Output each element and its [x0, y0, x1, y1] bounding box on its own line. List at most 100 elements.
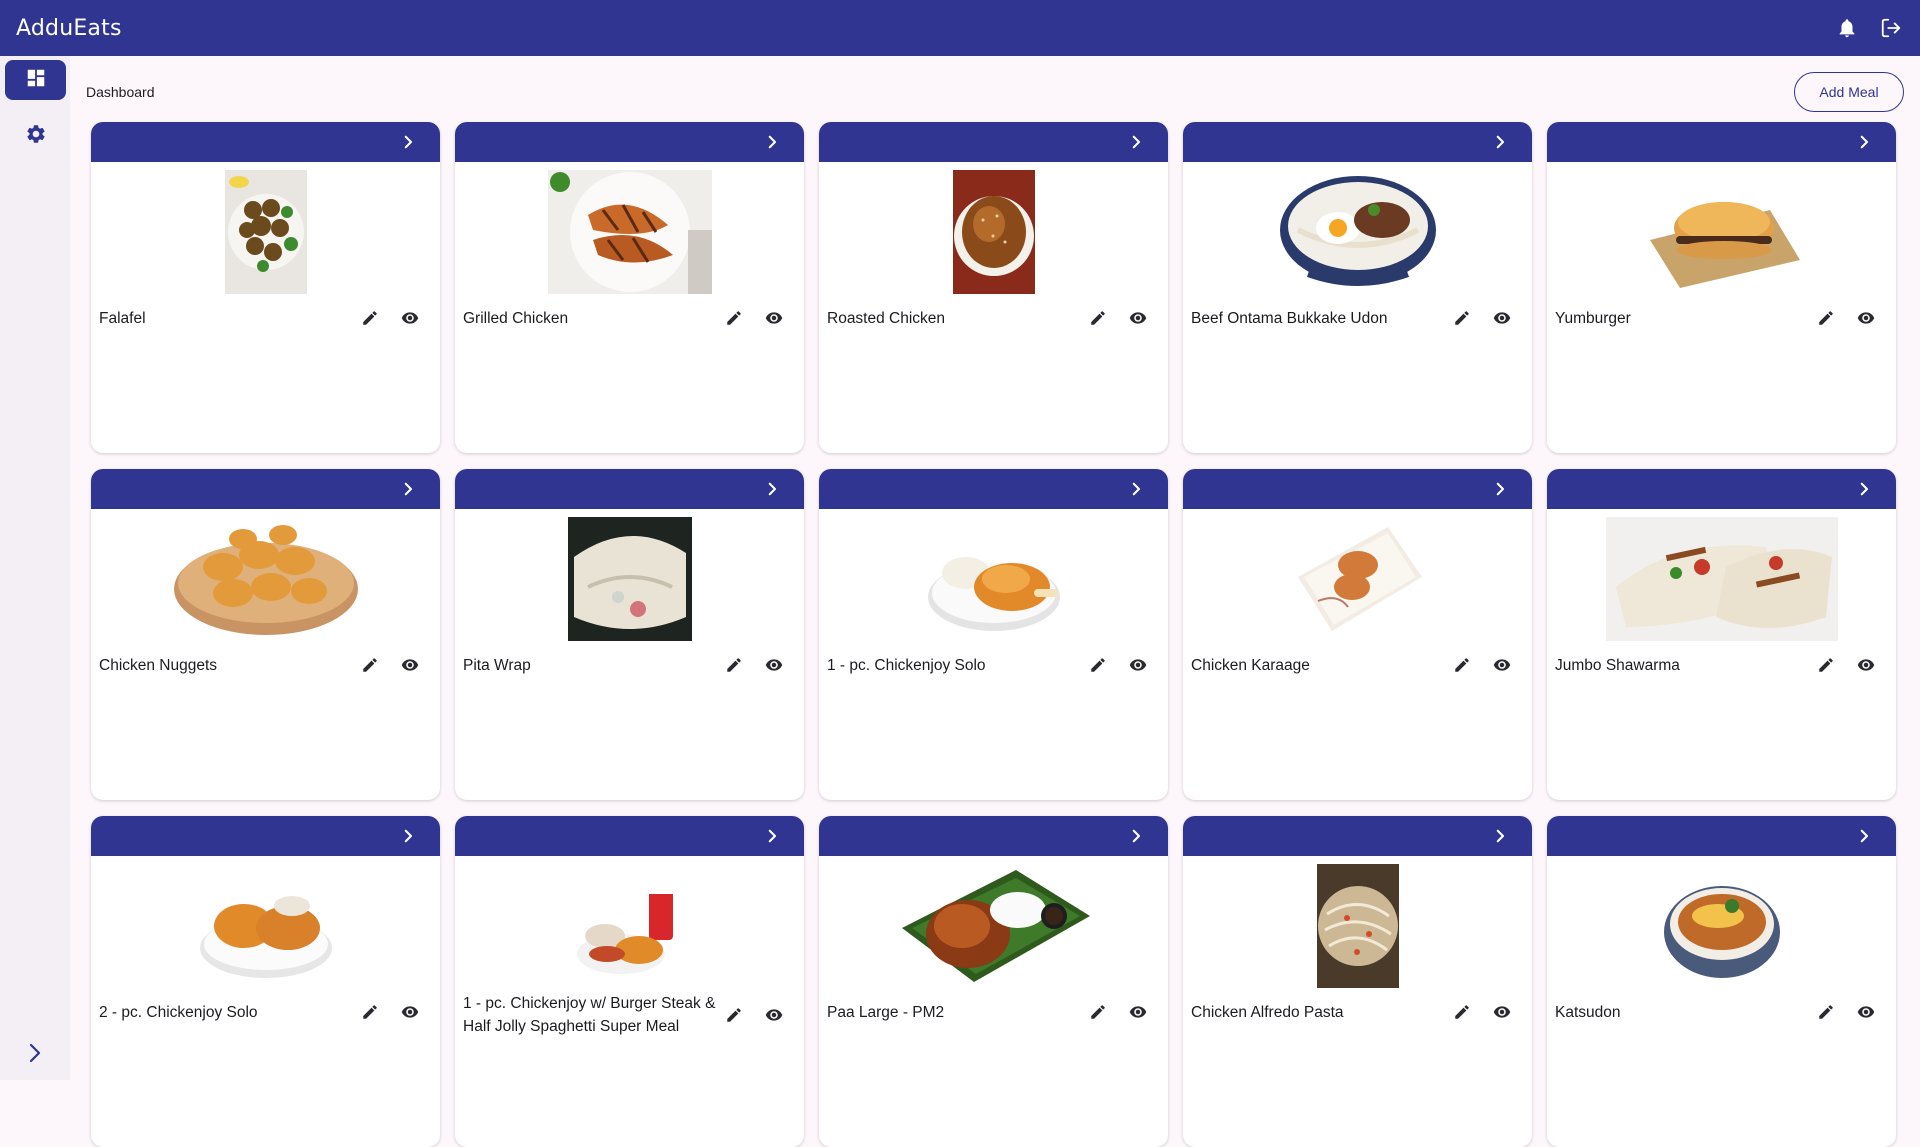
- meal-name: Jumbo Shawarma: [1555, 656, 1680, 674]
- meal-actions: [358, 306, 422, 330]
- meal-image: [91, 517, 440, 641]
- edit-icon[interactable]: [1450, 1000, 1474, 1024]
- meal-card-footer: Pita Wrap: [455, 645, 804, 685]
- nav-settings[interactable]: [5, 116, 66, 156]
- meal-image: [1547, 170, 1896, 294]
- chevron-right-icon[interactable]: [760, 824, 784, 848]
- chevron-right-icon[interactable]: [760, 130, 784, 154]
- meal-card-header: [1547, 122, 1896, 162]
- edit-icon[interactable]: [1086, 1000, 1110, 1024]
- meal-card-header: [1183, 122, 1532, 162]
- eye-icon[interactable]: [1126, 653, 1150, 677]
- meal-card: Falafel: [91, 122, 440, 453]
- expand-rail-button[interactable]: [20, 1040, 50, 1070]
- meal-card-header: [1547, 816, 1896, 856]
- edit-icon[interactable]: [1814, 653, 1838, 677]
- meal-name: Pita Wrap: [463, 656, 531, 674]
- eye-icon[interactable]: [398, 1000, 422, 1024]
- chevron-right-icon[interactable]: [1488, 824, 1512, 848]
- chevron-right-icon[interactable]: [1852, 824, 1876, 848]
- meal-image: [1183, 517, 1532, 641]
- meal-card: Katsudon: [1547, 816, 1896, 1147]
- eye-icon[interactable]: [762, 653, 786, 677]
- chevron-right-icon[interactable]: [1488, 477, 1512, 501]
- meal-card: Paa Large - PM2: [819, 816, 1168, 1147]
- meal-image: [91, 864, 440, 988]
- eye-icon[interactable]: [1126, 306, 1150, 330]
- eye-icon[interactable]: [762, 306, 786, 330]
- meal-card-footer: Grilled Chicken: [455, 298, 804, 338]
- page-title: Dashboard: [86, 84, 155, 100]
- chevron-right-icon[interactable]: [1124, 477, 1148, 501]
- chevron-right-icon[interactable]: [1852, 477, 1876, 501]
- eye-icon[interactable]: [1490, 653, 1514, 677]
- eye-icon[interactable]: [398, 306, 422, 330]
- edit-icon[interactable]: [1086, 306, 1110, 330]
- meal-card-footer: Yumburger: [1547, 298, 1896, 338]
- meal-actions: [1086, 306, 1150, 330]
- edit-icon[interactable]: [1814, 1000, 1838, 1024]
- meal-card: Chicken Nuggets: [91, 469, 440, 800]
- edit-icon[interactable]: [358, 1000, 382, 1024]
- meal-card-header: [819, 469, 1168, 509]
- edit-icon[interactable]: [1450, 653, 1474, 677]
- edit-icon[interactable]: [358, 306, 382, 330]
- meal-card-footer: 1 - pc. Chickenjoy Solo: [819, 645, 1168, 685]
- edit-icon[interactable]: [1814, 306, 1838, 330]
- edit-icon[interactable]: [722, 653, 746, 677]
- meal-actions: [1814, 1000, 1878, 1024]
- navigation-rail: [0, 56, 70, 1080]
- chevron-right-icon[interactable]: [1852, 130, 1876, 154]
- chevron-right-icon[interactable]: [760, 477, 784, 501]
- edit-icon[interactable]: [358, 653, 382, 677]
- edit-icon[interactable]: [1450, 306, 1474, 330]
- meal-name: Chicken Karaage: [1191, 656, 1310, 674]
- meal-card-header: [91, 816, 440, 856]
- edit-icon[interactable]: [1086, 653, 1110, 677]
- meal-image: [91, 170, 440, 294]
- eye-icon[interactable]: [398, 653, 422, 677]
- meal-card-header: [91, 469, 440, 509]
- meal-card: Chicken Alfredo Pasta: [1183, 816, 1532, 1147]
- meal-actions: [722, 1003, 786, 1027]
- meal-card: Beef Ontama Bukkake Udon: [1183, 122, 1532, 453]
- meal-image: [1547, 517, 1896, 641]
- eye-icon[interactable]: [1490, 1000, 1514, 1024]
- edit-icon[interactable]: [722, 306, 746, 330]
- chevron-right-icon[interactable]: [396, 824, 420, 848]
- chevron-right-icon[interactable]: [396, 130, 420, 154]
- meal-name: Katsudon: [1555, 1003, 1621, 1021]
- app-title: AdduEats: [16, 15, 122, 41]
- chevron-right-icon[interactable]: [396, 477, 420, 501]
- meal-card: Pita Wrap: [455, 469, 804, 800]
- chevron-right-icon[interactable]: [1488, 130, 1512, 154]
- meal-card-footer: Falafel: [91, 298, 440, 338]
- logout-icon[interactable]: [1878, 15, 1904, 41]
- eye-icon[interactable]: [1490, 306, 1514, 330]
- meal-card: Chicken Karaage: [1183, 469, 1532, 800]
- chevron-right-icon[interactable]: [1124, 130, 1148, 154]
- meal-image: [819, 864, 1168, 988]
- nav-dashboard[interactable]: [5, 60, 66, 100]
- meal-name: Roasted Chicken: [827, 309, 946, 327]
- meal-card: Jumbo Shawarma: [1547, 469, 1896, 800]
- eye-icon[interactable]: [762, 1003, 786, 1027]
- meal-card-footer: 1 - pc. Chickenjoy w/ Burger Steak & Hal…: [455, 992, 804, 1038]
- eye-icon[interactable]: [1854, 1000, 1878, 1024]
- dashboard-icon: [25, 67, 47, 94]
- meal-image: [1183, 864, 1532, 988]
- bell-icon[interactable]: [1834, 15, 1860, 41]
- chevron-right-icon[interactable]: [1124, 824, 1148, 848]
- meal-name: Yumburger: [1555, 309, 1631, 327]
- meal-actions: [1814, 306, 1878, 330]
- edit-icon[interactable]: [722, 1003, 746, 1027]
- add-meal-button[interactable]: Add Meal: [1794, 72, 1904, 112]
- meal-name: Falafel: [99, 309, 146, 327]
- meal-actions: [1450, 1000, 1514, 1024]
- eye-icon[interactable]: [1854, 653, 1878, 677]
- meal-name: 2 - pc. Chickenjoy Solo: [99, 1003, 258, 1021]
- meal-card: Yumburger: [1547, 122, 1896, 453]
- eye-icon[interactable]: [1126, 1000, 1150, 1024]
- meal-card: 2 - pc. Chickenjoy Solo: [91, 816, 440, 1147]
- eye-icon[interactable]: [1854, 306, 1878, 330]
